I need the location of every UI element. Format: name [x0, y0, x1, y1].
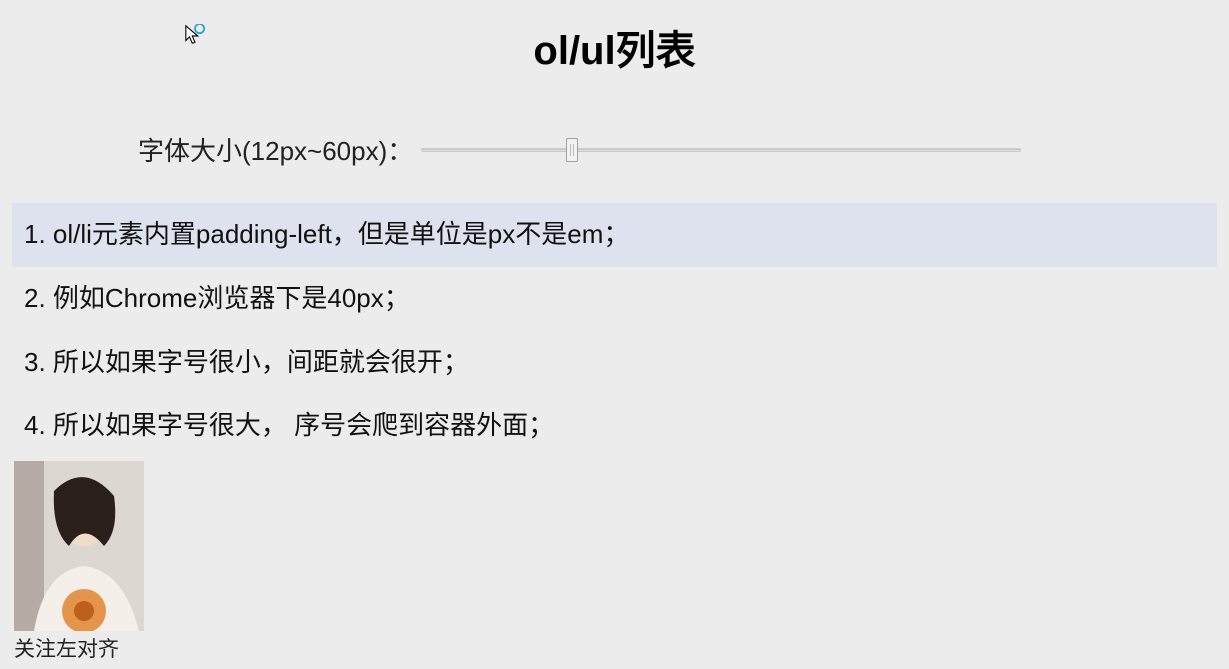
- font-size-control: 字体大小(12px~60px)：: [138, 131, 1229, 168]
- list-item: 4. 所以如果字号很大， 序号会爬到容器外面；: [12, 394, 1217, 458]
- slider-thumb[interactable]: [566, 138, 578, 162]
- list-item: 3. 所以如果字号很小，间距就会很开；: [12, 331, 1217, 395]
- ordered-list: 1. ol/li元素内置padding-left，但是单位是px不是em； 2.…: [12, 203, 1217, 458]
- list-item: 1. ol/li元素内置padding-left，但是单位是px不是em；: [12, 203, 1217, 267]
- avatar: [14, 461, 144, 631]
- slider-label: 字体大小(12px~60px)：: [138, 131, 413, 168]
- footer-block: 关注左对齐: [14, 461, 144, 663]
- font-size-slider[interactable]: [421, 148, 1021, 152]
- footer-caption: 关注左对齐: [14, 633, 144, 663]
- list-item: 2. 例如Chrome浏览器下是40px；: [12, 267, 1217, 331]
- page-title: ol/ul列表: [0, 0, 1229, 76]
